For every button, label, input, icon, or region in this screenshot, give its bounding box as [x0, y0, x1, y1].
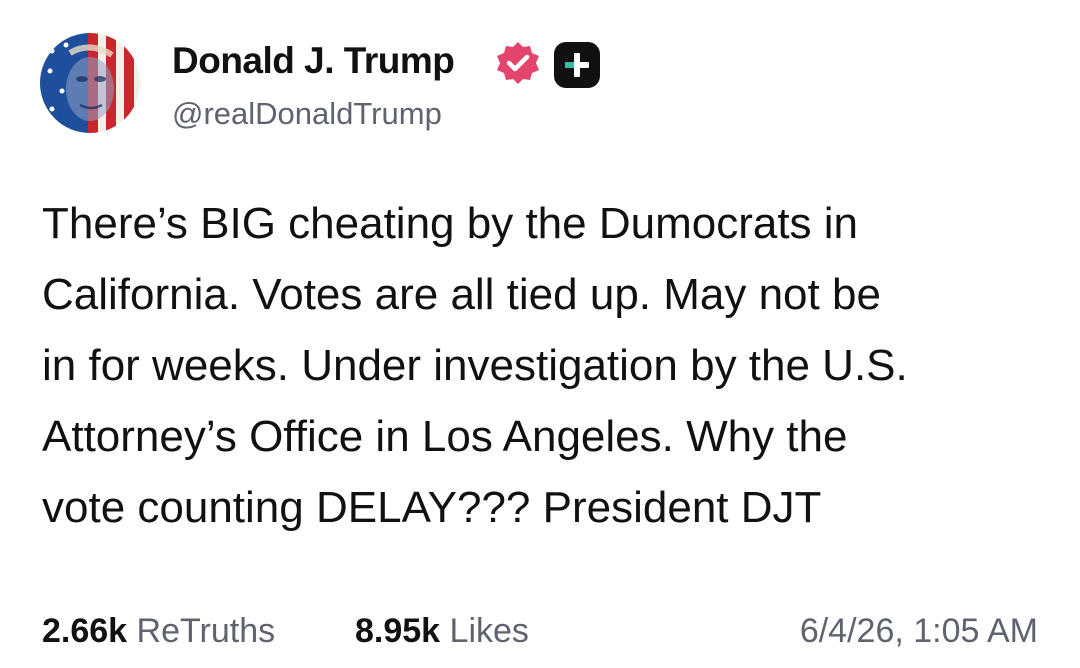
display-name[interactable]: Donald J. Trump [172, 40, 455, 82]
likes-label: Likes [449, 612, 529, 650]
retruths-count: 2.66k [42, 612, 128, 650]
avatar[interactable] [40, 33, 140, 133]
retruths-stat[interactable]: 2.66k ReTruths [42, 612, 275, 651]
post-footer: 2.66k ReTruths 8.95k Likes 6/4/26, 1:05 … [42, 612, 1038, 656]
post-line: in for weeks. Under investigation by the… [42, 341, 908, 390]
post-line: Attorney’s Office in Los Angeles. Why th… [42, 412, 848, 461]
likes-stat[interactable]: 8.95k Likes [355, 612, 529, 651]
likes-count: 8.95k [355, 612, 441, 650]
author-handle[interactable]: @realDonaldTrump [172, 96, 442, 132]
post-body: There’s BIG cheating by the Dumocrats in… [42, 188, 1042, 543]
verified-badge-icon [494, 40, 542, 88]
post-timestamp[interactable]: 6/4/26, 1:05 AM [800, 612, 1038, 651]
plus-badge-icon [554, 42, 600, 88]
avatar-image [40, 33, 140, 133]
retruths-label: ReTruths [136, 612, 276, 650]
truth-post: Donald J. Trump @realDonaldTrump There’s… [0, 0, 1080, 668]
post-line: There’s BIG cheating by the Dumocrats in [42, 199, 859, 248]
post-line: vote counting DELAY??? President DJT [42, 483, 822, 532]
post-line: California. Votes are all tied up. May n… [42, 270, 881, 319]
